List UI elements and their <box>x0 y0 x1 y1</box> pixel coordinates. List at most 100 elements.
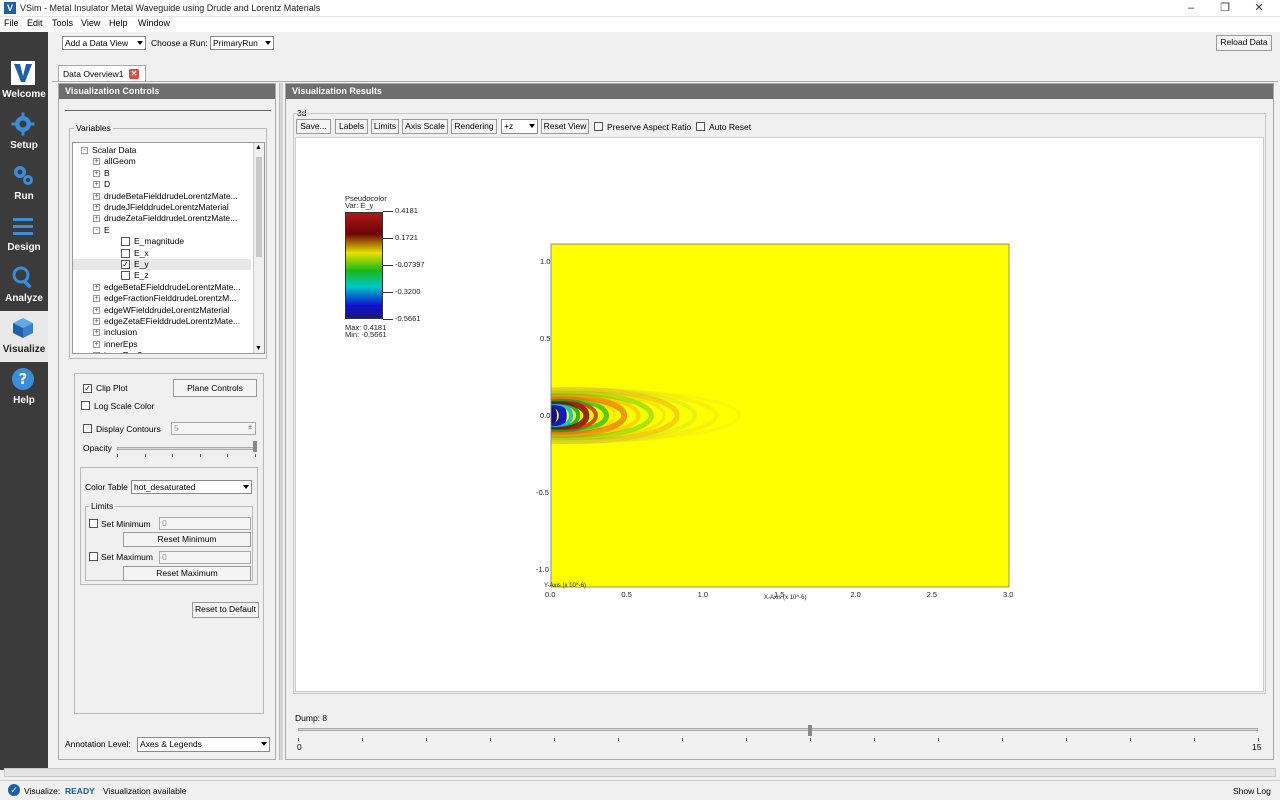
collapse-icon[interactable]: - <box>81 147 88 154</box>
tree-item[interactable]: E_x <box>73 248 251 259</box>
run-combo[interactable]: PrimaryRun <box>210 36 274 50</box>
limits-button[interactable]: Limits <box>371 119 399 134</box>
tree-item-checkbox[interactable]: ✓ <box>121 260 130 269</box>
nav-design[interactable]: Design <box>0 209 48 260</box>
expand-icon[interactable]: + <box>93 215 100 223</box>
tree-item[interactable]: ✓ E_y <box>73 259 251 271</box>
tree-item[interactable]: - Scalar Data <box>73 145 251 156</box>
nav-run[interactable]: Run <box>0 158 48 209</box>
tree-item[interactable]: + drudeBetaFielddrudeLorentzMate... <box>73 191 251 202</box>
reset-to-default-button[interactable]: Reset to Default <box>192 602 259 618</box>
expand-icon[interactable]: + <box>93 306 100 314</box>
tree-item[interactable]: + drudeZetaFielddrudeLorentzMate... <box>73 213 251 224</box>
reset-view-button[interactable]: Reset View <box>541 119 589 134</box>
reset-maximum-button[interactable]: Reset Maximum <box>123 566 251 581</box>
expand-icon[interactable]: + <box>93 283 100 291</box>
set-minimum-input[interactable]: 0 <box>159 517 251 530</box>
variables-tree[interactable]: - Scalar Data + allGeom + B + D + drudeBetaFieldd… <box>72 142 265 354</box>
nav-help[interactable]: ? Help <box>0 362 48 413</box>
tree-item[interactable]: + inclusion <box>73 327 251 338</box>
gears-icon <box>14 166 33 185</box>
reset-minimum-button[interactable]: Reset Minimum <box>123 532 251 547</box>
tree-item[interactable]: + edgeZetaEFielddrudeLorentzMate... <box>73 316 251 327</box>
status-check-icon: ✓ <box>8 784 20 796</box>
tree-item-checkbox[interactable] <box>121 248 130 258</box>
tree-scroll-thumb[interactable] <box>256 157 262 257</box>
expand-icon[interactable]: + <box>93 352 100 353</box>
tree-item[interactable]: + allGeom <box>73 156 251 167</box>
dump-slider-handle[interactable] <box>808 725 812 736</box>
opacity-slider[interactable] <box>117 447 257 450</box>
horizontal-scrollbar[interactable] <box>4 768 1276 777</box>
opacity-slider-handle[interactable] <box>253 441 257 452</box>
expand-icon[interactable]: + <box>93 295 100 303</box>
labels-button[interactable]: Labels <box>335 119 368 134</box>
tree-item-checkbox[interactable] <box>121 271 130 281</box>
expand-icon[interactable]: + <box>93 329 100 337</box>
close-icon[interactable]: ✕ <box>1244 0 1274 17</box>
tree-item[interactable]: + innerEps2 <box>73 350 251 353</box>
set-maximum-input[interactable]: 0 <box>159 551 251 564</box>
display-contours-checkbox[interactable] <box>83 424 92 433</box>
nav-setup[interactable]: Setup <box>0 107 48 158</box>
nav-visualize[interactable]: Visualize <box>0 311 48 362</box>
set-minimum-checkbox[interactable] <box>89 519 98 528</box>
tree-item[interactable]: + drudeJFielddrudeLorentzMaterial <box>73 202 251 213</box>
scroll-up-icon[interactable]: ▲ <box>255 144 262 151</box>
set-maximum-checkbox[interactable] <box>89 552 98 561</box>
menu-window[interactable]: Window <box>138 18 170 28</box>
legend-tick-label: -0.5661 <box>395 314 421 323</box>
contours-spinbox[interactable]: 5 ± <box>171 422 256 435</box>
nav-welcome[interactable]: Welcome <box>0 56 48 107</box>
tree-item[interactable]: + innerEps <box>73 339 251 350</box>
tab-data-overview[interactable]: Data Overview1 ✕ <box>58 65 146 82</box>
expand-icon[interactable]: + <box>93 340 100 348</box>
reload-data-button[interactable]: Reload Data <box>1216 35 1272 51</box>
expand-icon[interactable]: + <box>93 204 100 211</box>
view-axis-combo[interactable]: +z <box>501 119 538 134</box>
tree-item[interactable]: + B <box>73 168 251 179</box>
save-button[interactable]: Save... <box>296 119 331 134</box>
axis-scale-button[interactable]: Axis Scale <box>402 119 448 134</box>
expand-icon[interactable]: + <box>93 318 100 325</box>
annotation-level-combo[interactable]: Axes & Legends <box>137 737 270 752</box>
expand-icon[interactable]: + <box>93 169 100 177</box>
color-table-combo[interactable]: hot_desaturated <box>131 480 252 494</box>
minimize-icon[interactable]: – <box>1176 0 1206 17</box>
data-view-combo[interactable]: Add a Data View <box>62 36 146 50</box>
expand-icon[interactable]: + <box>93 192 100 200</box>
tree-item-checkbox[interactable] <box>121 237 130 247</box>
maximize-icon[interactable]: ❐ <box>1210 0 1240 17</box>
collapse-icon[interactable]: - <box>93 226 100 234</box>
log-scale-checkbox[interactable] <box>81 401 90 410</box>
scroll-down-icon[interactable]: ▼ <box>255 345 262 352</box>
preserve-aspect-checkbox[interactable] <box>594 122 603 131</box>
nav-analyze[interactable]: Analyze <box>0 260 48 311</box>
menu-tools[interactable]: Tools <box>52 18 73 28</box>
tree-item[interactable]: E_z <box>73 270 251 281</box>
tree-item[interactable]: E_magnitude <box>73 236 251 247</box>
show-log-button[interactable]: Show Log <box>1233 786 1271 796</box>
menu-help[interactable]: Help <box>109 18 128 28</box>
auto-reset-checkbox[interactable] <box>696 122 705 131</box>
tree-item[interactable]: + edgeWFielddrudeLorentzMaterial <box>73 305 251 316</box>
tree-item[interactable]: -E <box>73 225 251 236</box>
dump-slider[interactable] <box>298 728 1258 731</box>
menu-view[interactable]: View <box>81 18 100 28</box>
tree-item[interactable]: + D <box>73 179 251 190</box>
menu-file[interactable]: File <box>4 18 19 28</box>
set-minimum-label: Set Minimum <box>101 519 151 529</box>
legend-tick-label: 0.1721 <box>395 233 418 242</box>
tree-item[interactable]: + edgeFractionFielddrudeLorentzM... <box>73 293 251 304</box>
menu-edit[interactable]: Edit <box>27 18 43 28</box>
visualization-canvas[interactable]: Pseudocolor Var: E_y 0.4181 0.1721 -0.07… <box>295 137 1264 692</box>
expand-icon[interactable]: + <box>93 158 100 166</box>
panel-splitter[interactable] <box>279 83 283 760</box>
clip-plot-checkbox[interactable]: ✓ <box>83 384 92 393</box>
tree-scrollbar[interactable]: ▲ ▼ <box>253 143 264 353</box>
tree-item[interactable]: + edgeBetaEFielddrudeLorentzMate... <box>73 282 251 293</box>
close-tab-icon[interactable]: ✕ <box>129 69 139 79</box>
rendering-button[interactable]: Rendering <box>451 119 497 134</box>
expand-icon[interactable]: + <box>93 181 100 189</box>
plane-controls-button[interactable]: Plane Controls <box>173 379 257 397</box>
